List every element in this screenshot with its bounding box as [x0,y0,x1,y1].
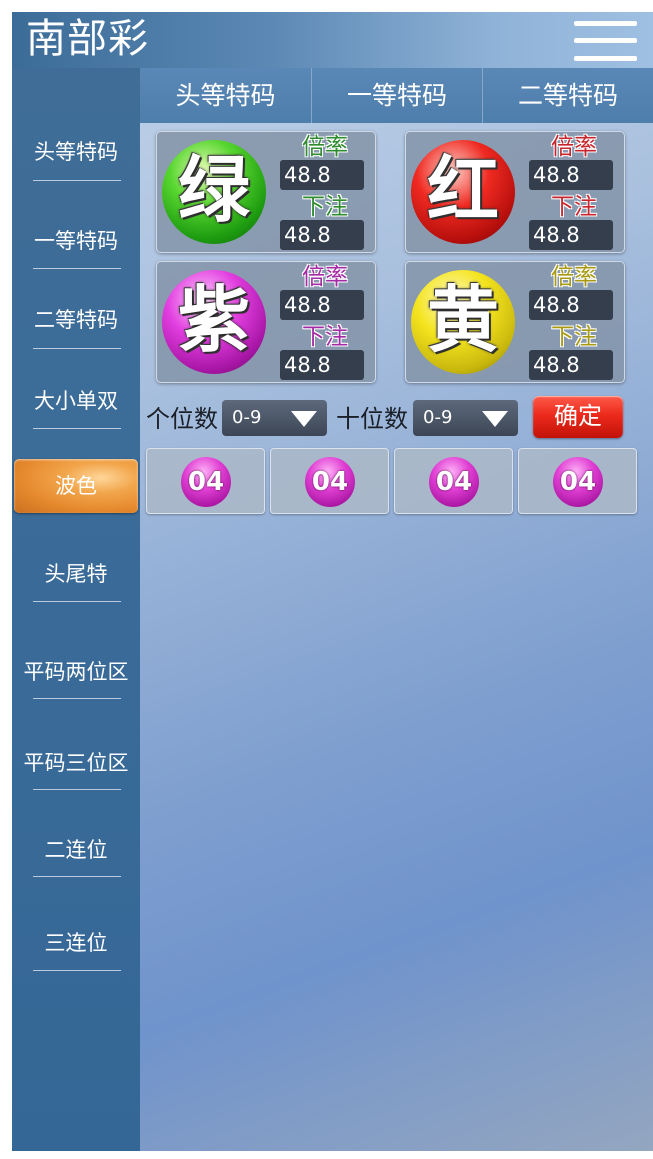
menu-icon [574,21,637,26]
bet-label: 下注 [302,194,348,220]
bet-label: 下注 [551,324,597,350]
rate-label: 倍率 [302,134,348,160]
app-title: 南部彩 [26,16,149,62]
tab-bar: 头等特码 一等特码 二等特码 [140,68,653,123]
green-ball[interactable]: 绿 [162,140,266,244]
sidebar-item-first-special[interactable]: 一等特码 [12,225,140,255]
tab-second-special[interactable]: 二等特码 [483,68,653,123]
sidebar-item-head-special[interactable]: 头等特码 [12,136,140,166]
sidebar-divider [33,970,121,971]
number-cell[interactable]: 04 [270,448,389,514]
rate-value[interactable]: 48.8 [529,160,613,190]
app-window: 南部彩 头等特码 一等特码 二等特码 大小单双 波色 头尾特 平码两位区 平码三… [12,12,653,1151]
rate-label: 倍率 [302,264,348,290]
sidebar-item-wave-color[interactable]: 波色 [14,459,138,513]
sidebar-item-three-position[interactable]: 三连位 [12,927,140,957]
bet-label: 下注 [302,324,348,350]
sidebar-item-two-position[interactable]: 二连位 [12,834,140,864]
menu-icon [574,38,637,43]
bet-input[interactable]: 48.8 [280,220,364,250]
rate-label: 倍率 [551,264,597,290]
bet-label: 下注 [551,194,597,220]
units-digit-value: 0-9 [232,407,262,428]
rate-value[interactable]: 48.8 [280,160,364,190]
number-cell[interactable]: 04 [146,448,265,514]
rate-value[interactable]: 48.8 [529,290,613,320]
sidebar-item-two-digit-zone[interactable]: 平码两位区 [12,656,140,686]
units-digit-select[interactable]: 0-9 [222,400,327,436]
color-card-green: 绿 倍率 48.8 下注 48.8 [156,131,376,253]
yellow-ball[interactable]: 黄 [411,270,515,374]
sidebar-divider [33,428,121,429]
sidebar-item-head-tail[interactable]: 头尾特 [12,558,140,588]
color-card-red: 红 倍率 48.8 下注 48.8 [405,131,625,253]
bet-input[interactable]: 48.8 [280,350,364,380]
tab-head-special[interactable]: 头等特码 [140,68,311,123]
dropdown-arrow-icon [482,411,508,427]
number-ball: 04 [429,457,479,507]
tens-digit-value: 0-9 [423,407,453,428]
color-card-purple: 紫 倍率 48.8 下注 48.8 [156,261,376,383]
sidebar-item-size-parity[interactable]: 大小单双 [12,385,140,415]
sidebar-divider [33,698,121,699]
bet-input[interactable]: 48.8 [529,350,613,380]
units-digit-label: 个位数 [146,405,218,433]
number-ball: 04 [305,457,355,507]
tab-first-special[interactable]: 一等特码 [312,68,482,123]
rate-value[interactable]: 48.8 [280,290,364,320]
tens-digit-select[interactable]: 0-9 [413,400,518,436]
number-cell[interactable]: 04 [394,448,513,514]
number-ball: 04 [181,457,231,507]
dropdown-arrow-icon [291,411,317,427]
sidebar-divider [33,601,121,602]
sidebar-item-three-digit-zone[interactable]: 平码三位区 [12,747,140,777]
tens-digit-label: 十位数 [336,405,408,433]
purple-ball[interactable]: 紫 [162,270,266,374]
sidebar-divider [33,789,121,790]
confirm-button[interactable]: 确定 [533,396,623,438]
sidebar-divider [33,876,121,877]
sidebar-divider [33,180,121,181]
bet-input[interactable]: 48.8 [529,220,613,250]
menu-icon [574,56,637,61]
number-cell[interactable]: 04 [518,448,637,514]
menu-button[interactable] [574,21,637,61]
red-ball[interactable]: 红 [411,140,515,244]
app-header: 南部彩 [12,12,653,68]
sidebar-divider [33,348,121,349]
sidebar-divider [33,268,121,269]
color-card-yellow: 黄 倍率 48.8 下注 48.8 [405,261,625,383]
sidebar-item-second-special[interactable]: 二等特码 [12,304,140,334]
sidebar: 头等特码 一等特码 二等特码 大小单双 波色 头尾特 平码两位区 平码三位区 二… [12,68,140,1151]
number-ball: 04 [553,457,603,507]
rate-label: 倍率 [551,134,597,160]
